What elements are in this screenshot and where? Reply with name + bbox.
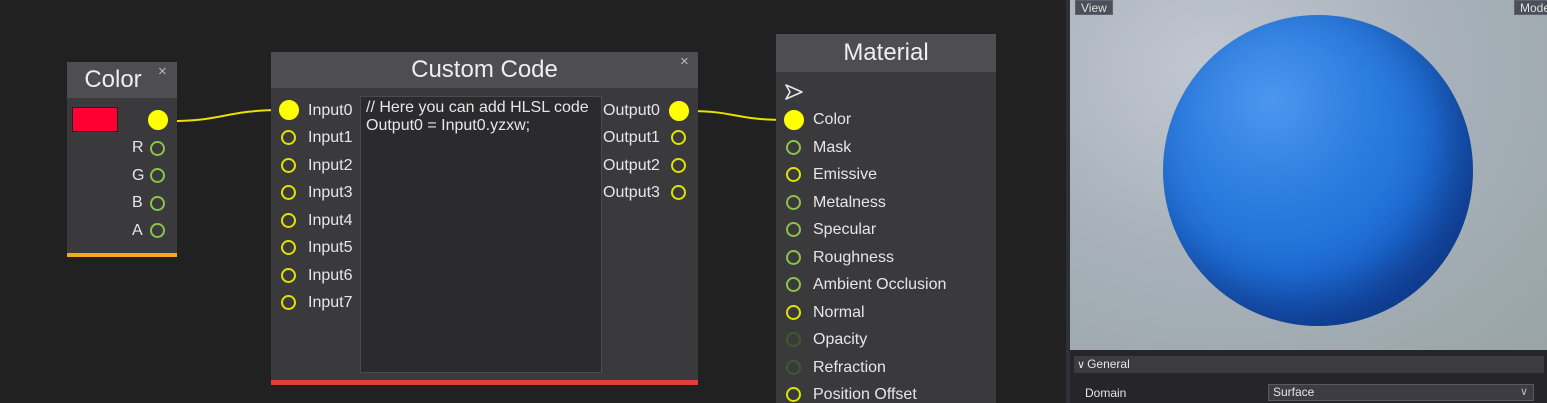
output-port-0[interactable] [669, 101, 689, 121]
material-input-port-specular[interactable] [786, 222, 801, 237]
input-label-6: Input6 [308, 267, 353, 284]
material-input-port-metalness[interactable] [786, 195, 801, 210]
input-label-2: Input2 [308, 157, 353, 174]
input-label-4: Input4 [308, 212, 353, 229]
output-port-r[interactable] [150, 141, 165, 156]
material-input-label-metalness: Metalness [813, 194, 886, 211]
input-port-0[interactable] [279, 100, 299, 120]
output-label-g: G [132, 167, 145, 184]
material-input-label-specular: Specular [813, 221, 877, 238]
color-node-accent-bar [67, 253, 177, 257]
properties-panel: ∨ General Domain Surface ∨ [1070, 350, 1547, 403]
output-port-a[interactable] [150, 223, 165, 238]
material-input-port-color[interactable] [784, 110, 804, 130]
wire-color-to-input0 [169, 109, 284, 122]
chevron-down-icon: ∨ [1519, 386, 1528, 398]
material-input-port-normal[interactable] [786, 305, 801, 320]
input-port-3[interactable] [281, 185, 296, 200]
input-port-1[interactable] [281, 130, 296, 145]
material-input-label-mask: Mask [813, 139, 852, 156]
input-label-0: Input0 [308, 102, 353, 119]
view-button[interactable]: View [1075, 0, 1113, 15]
domain-select[interactable]: Surface ∨ [1268, 384, 1534, 401]
color-swatch[interactable] [72, 107, 118, 132]
input-label-3: Input3 [308, 184, 353, 201]
input-port-4[interactable] [281, 213, 296, 228]
material-input-label-roughness: Roughness [813, 249, 894, 266]
material-input-port-position-offset[interactable] [786, 387, 801, 402]
general-group-header[interactable]: ∨ General [1074, 356, 1544, 373]
color-output-port[interactable] [148, 110, 168, 130]
send-arrow-icon [785, 84, 803, 100]
wire-output0-to-material-color [689, 110, 788, 121]
material-input-port-opacity[interactable] [786, 332, 801, 347]
hlsl-code-editor[interactable]: // Here you can add HLSL code Output0 = … [360, 96, 602, 373]
material-input-label-opacity: Opacity [813, 331, 868, 348]
output-port-b[interactable] [150, 196, 165, 211]
output-label-2: Output2 [603, 157, 660, 174]
output-label-b: B [132, 194, 143, 211]
output-port-1[interactable] [671, 130, 686, 145]
output-label-r: R [132, 139, 144, 156]
domain-value: Surface [1273, 385, 1315, 399]
material-input-label-position-offset: Position Offset [813, 386, 917, 403]
material-input-port-roughness[interactable] [786, 250, 801, 265]
material-input-label-emissive: Emissive [813, 166, 878, 183]
preview-sphere [1163, 15, 1473, 326]
input-label-1: Input1 [308, 129, 353, 146]
custom-code-node-accent-bar [271, 380, 698, 385]
input-port-2[interactable] [281, 158, 296, 173]
input-port-7[interactable] [281, 295, 296, 310]
material-input-label-normal: Normal [813, 304, 865, 321]
output-port-g[interactable] [150, 168, 165, 183]
general-group-title: General [1087, 357, 1130, 371]
chevron-down-icon: ∨ [1077, 359, 1086, 371]
custom-code-node-title: Custom Code [271, 52, 698, 88]
color-node-close-icon[interactable]: × [158, 64, 167, 79]
material-input-port-ambient-occlusion[interactable] [786, 277, 801, 292]
mode-button[interactable]: Mode [1514, 0, 1547, 15]
material-input-label-refraction: Refraction [813, 359, 886, 376]
output-label-3: Output3 [603, 184, 660, 201]
node-graph-canvas[interactable]: Color × R G B A Custom Code × Input0 Inp… [0, 0, 1066, 403]
output-port-2[interactable] [671, 158, 686, 173]
material-node-title: Material [776, 34, 996, 72]
material-node[interactable]: Material Color Mask Emissive Metalness S… [776, 34, 996, 403]
output-label-a: A [132, 222, 143, 239]
input-port-6[interactable] [281, 268, 296, 283]
material-input-port-emissive[interactable] [786, 167, 801, 182]
custom-code-node-close-icon[interactable]: × [680, 54, 689, 69]
material-input-port-refraction[interactable] [786, 360, 801, 375]
custom-code-node[interactable]: Custom Code × Input0 Input1 Input2 Input… [271, 52, 698, 385]
domain-label: Domain [1085, 386, 1127, 400]
output-label-0: Output0 [603, 102, 660, 119]
input-label-7: Input7 [308, 294, 353, 311]
material-input-label-ambient-occlusion: Ambient Occlusion [813, 276, 947, 293]
input-label-5: Input5 [308, 239, 353, 256]
material-input-port-mask[interactable] [786, 140, 801, 155]
output-label-1: Output1 [603, 129, 660, 146]
material-input-label-color: Color [813, 111, 852, 128]
input-port-5[interactable] [281, 240, 296, 255]
color-node[interactable]: Color × R G B A [67, 62, 177, 257]
output-port-3[interactable] [671, 185, 686, 200]
